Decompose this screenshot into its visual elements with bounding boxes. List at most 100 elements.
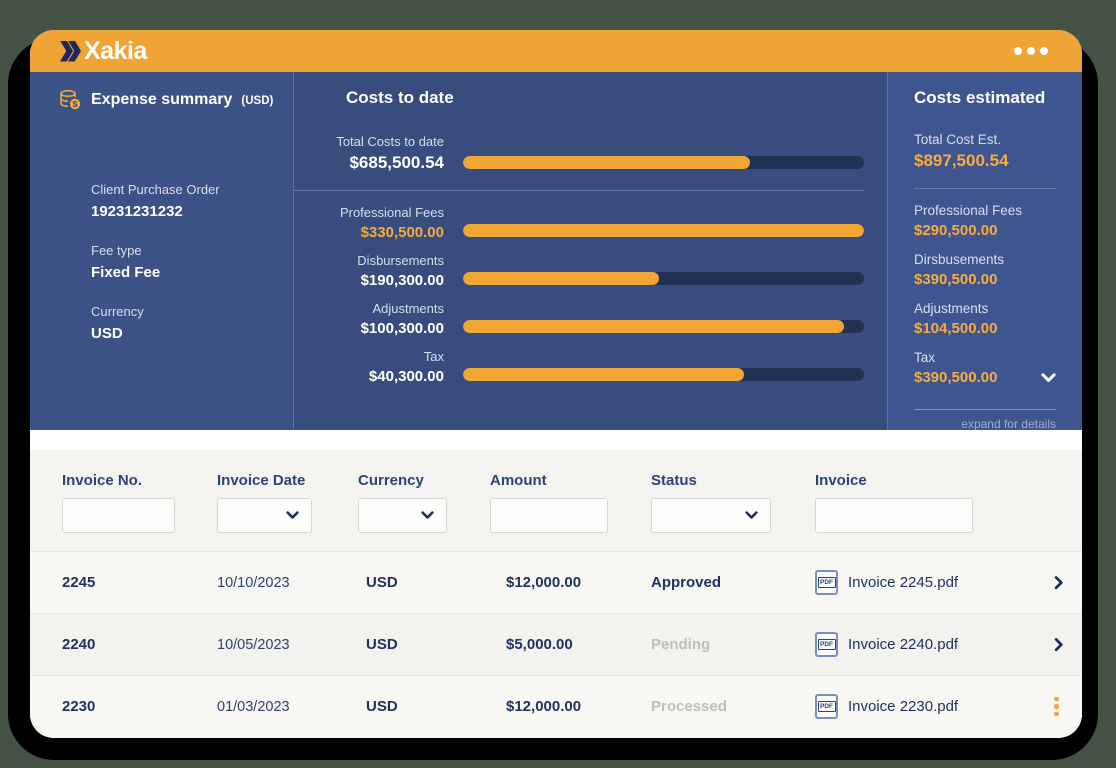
summary-field-value: 19231231232 (91, 203, 293, 220)
cost-bar-row: Disbursements$190,300.00 (294, 253, 864, 289)
cost-bar-labels: Disbursements$190,300.00 (294, 253, 444, 289)
xakia-logo: Xakia (60, 39, 147, 64)
estimated-value-wrap: $390,500.00 (914, 271, 1056, 288)
invoice-file-link[interactable]: PDFInvoice 2240.pdf (815, 632, 1050, 657)
cost-category-label: Adjustments (294, 301, 444, 316)
column-header-label: Invoice Date (217, 472, 358, 489)
cost-category-value: $40,300.00 (294, 368, 444, 385)
invoice-file-link[interactable]: PDFInvoice 2245.pdf (815, 570, 1050, 595)
total-costs-label: Total Costs to date (294, 134, 444, 149)
cell-currency: USD (358, 636, 490, 653)
expand-for-details-link[interactable]: expand for details (914, 410, 1056, 431)
summary-section: $ Expense summary (USD) Client Purchase … (30, 72, 293, 431)
cell-currency: USD (358, 698, 490, 715)
column-header-invoice_no: Invoice No. (62, 472, 217, 489)
filter-status-select[interactable] (651, 498, 771, 533)
progress-bar (463, 224, 864, 237)
cost-category-value: $100,300.00 (294, 320, 444, 337)
column-header-label: Invoice No. (62, 472, 217, 489)
estimated-value-wrap: $390,500.00 (914, 369, 1056, 386)
progress-bar (463, 320, 864, 333)
filter-invoice_date-select[interactable] (217, 498, 312, 533)
chevron-right-icon[interactable] (1050, 638, 1068, 651)
estimated-row: Dirsbusements $390,500.00 (914, 252, 1056, 288)
total-estimate-value: $897,500.54 (914, 151, 1056, 171)
summary-currency-tag: (USD) (241, 95, 273, 107)
filter-invoice_no-input[interactable] (62, 498, 175, 533)
cell-invoice-no: 2240 (62, 636, 217, 653)
cost-bar-row: Tax$40,300.00 (294, 349, 864, 385)
estimated-row: Adjustments$104,500.00 (914, 301, 1056, 337)
table-row[interactable]: 224510/10/2023USD$12,000.00ApprovedPDFIn… (30, 551, 1082, 613)
svg-text:$: $ (73, 99, 78, 109)
cost-bar-row: Adjustments $100,300.00 (294, 301, 864, 337)
invoice-table: Invoice No.Invoice DateCurrencyAmountSta… (30, 450, 1082, 738)
table-filter-area: Invoice No.Invoice DateCurrencyAmountSta… (30, 450, 1082, 533)
costs-to-date-section: Costs to date Total Costs to date $685,5… (293, 72, 888, 431)
total-costs-value: $685,500.54 (294, 153, 444, 173)
table-row[interactable]: 224010/05/2023USD$5,000.00PendingPDFInvo… (30, 613, 1082, 675)
total-estimate-label: Total Cost Est. (914, 132, 1056, 147)
cell-invoice-date: 10/05/2023 (217, 637, 358, 653)
column-header-status: Status (651, 472, 815, 489)
cost-category-value: $190,300.00 (294, 272, 444, 289)
progress-fill (463, 368, 744, 381)
filter-cell-invoice_date (217, 489, 358, 533)
status-badge: Processed (651, 698, 815, 715)
table-filter-row (30, 489, 1082, 533)
pdf-icon: PDF (815, 694, 838, 719)
cost-bar-labels: Professional Fees$330,500.00 (294, 205, 444, 241)
progress-bar (463, 272, 864, 285)
column-header-label: Amount (490, 472, 651, 489)
costs-estimated-section: Costs estimated Total Cost Est. $897,500… (888, 72, 1082, 431)
cost-bar-labels: Tax$40,300.00 (294, 349, 444, 385)
filter-invoice-input[interactable] (815, 498, 973, 533)
filter-cell-currency (358, 489, 490, 533)
divider (914, 188, 1056, 189)
header-spacer (1050, 472, 1068, 489)
column-header-invoice_date: Invoice Date (217, 472, 358, 489)
cell-amount: $12,000.00 (490, 574, 651, 591)
summary-title: Expense summary (91, 91, 232, 109)
summary-fields: Client Purchase Order19231231232Fee type… (91, 182, 293, 342)
estimated-value: $104,500.00 (914, 320, 997, 337)
divider (294, 190, 864, 191)
chevron-down-icon[interactable] (1041, 373, 1056, 383)
status-badge: Pending (651, 636, 815, 653)
menu-ellipsis-icon[interactable] (1010, 43, 1052, 59)
table-header-row: Invoice No.Invoice DateCurrencyAmountSta… (30, 472, 1082, 489)
filter-currency-select[interactable] (358, 498, 447, 533)
table-rows: 224510/10/2023USD$12,000.00ApprovedPDFIn… (30, 551, 1082, 738)
estimated-label: Dirsbusements (914, 252, 1056, 267)
filter-spacer (1050, 489, 1068, 533)
kebab-menu-icon[interactable] (1050, 693, 1063, 721)
cell-currency: USD (358, 574, 490, 591)
pdf-icon: PDF (815, 570, 838, 595)
filter-amount-input[interactable] (490, 498, 608, 533)
status-badge: Approved (651, 574, 815, 591)
column-header-label: Currency (358, 472, 490, 489)
expense-summary-panel: $ Expense summary (USD) Client Purchase … (30, 72, 1082, 430)
pdf-icon-label: PDF (818, 577, 836, 588)
total-progress-fill (463, 156, 750, 169)
invoice-file-link[interactable]: PDFInvoice 2230.pdf (815, 694, 1050, 719)
estimated-row: Tax $390,500.00 (914, 350, 1056, 386)
column-header-amount: Amount (490, 472, 651, 489)
estimated-label: Tax (914, 350, 1056, 365)
estimated-value-wrap: $290,500.00 (914, 222, 1056, 239)
progress-fill (463, 272, 659, 285)
summary-field: CurrencyUSD (91, 304, 293, 342)
summary-field-value: USD (91, 325, 293, 342)
summary-field-value: Fixed Fee (91, 264, 293, 281)
cell-amount: $5,000.00 (490, 636, 651, 653)
filter-cell-status (651, 489, 815, 533)
chevron-right-icon[interactable] (1050, 576, 1068, 589)
table-row[interactable]: 223001/03/2023USD$12,000.00ProcessedPDFI… (30, 675, 1082, 737)
cell-invoice-date: 10/10/2023 (217, 575, 358, 591)
total-estimate-block: Total Cost Est. $897,500.54 (914, 132, 1056, 171)
estimated-categories: Professional Fees$290,500.00Dirsbusement… (914, 203, 1056, 399)
cost-category-value: $330,500.00 (294, 224, 444, 241)
app-window: Xakia $ Expense summary (USD) Client Pur… (30, 30, 1082, 738)
progress-fill (463, 224, 864, 237)
filter-cell-amount (490, 489, 651, 533)
